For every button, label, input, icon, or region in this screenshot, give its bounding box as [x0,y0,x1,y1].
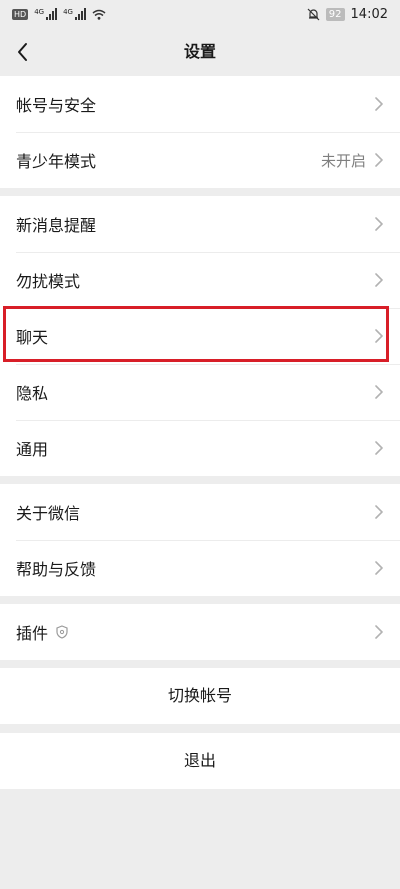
chevron-right-icon [375,97,383,111]
status-bar: HD 4G 4G 92 14:02 [0,0,400,28]
settings-item-do-not-disturb[interactable]: 勿扰模式 [0,252,400,308]
battery-indicator: 92 [325,7,345,21]
settings-item-general[interactable]: 通用 [0,420,400,476]
settings-item-plugins[interactable]: 插件 [0,604,400,660]
settings-item-label: 勿扰模式 [16,272,81,291]
network-type: 4G [34,8,45,16]
status-time: 14:02 [350,6,388,22]
chevron-right-icon [375,441,383,455]
settings-group-plugins: 插件 [0,604,400,660]
settings-item-label: 聊天 [16,328,49,347]
settings-item-label: 隐私 [16,384,49,403]
chevron-right-icon [375,505,383,519]
settings-item-label: 青少年模式 [16,152,97,171]
mute-bell-icon [307,8,320,20]
chevron-right-icon [375,217,383,231]
switch-account-button[interactable]: 切换帐号 [0,668,400,724]
chevron-right-icon [375,385,383,399]
shield-icon [56,625,68,639]
page-title: 设置 [183,42,216,61]
status-right: 92 14:02 [307,7,388,22]
wifi-icon [92,9,106,20]
settings-item-label: 通用 [16,440,49,459]
settings-group-about: 关于微信 帮助与反馈 [0,484,400,596]
settings-item-chat[interactable]: 聊天 [0,308,400,364]
settings-group-account: 帐号与安全 青少年模式 未开启 [0,76,400,188]
signal-icon: 4G [34,8,58,20]
settings-item-label: 关于微信 [16,504,81,523]
logout-button[interactable]: 退出 [0,733,400,789]
settings-item-label: 新消息提醒 [16,216,97,235]
status-left: HD 4G 4G [12,8,106,20]
settings-item-account-security[interactable]: 帐号与安全 [0,76,400,132]
settings-item-help-feedback[interactable]: 帮助与反馈 [0,540,400,596]
settings-item-label: 帮助与反馈 [16,560,97,579]
chevron-right-icon [375,625,383,639]
hd-badge: HD [12,8,29,20]
settings-item-label: 帐号与安全 [16,96,97,115]
settings-item-new-message-alert[interactable]: 新消息提醒 [0,196,400,252]
settings-group-general: 新消息提醒 勿扰模式 聊天 隐私 通用 [0,196,400,476]
signal-icon-2: 4G [63,8,86,20]
network-type-2: 4G [63,8,73,16]
chevron-right-icon [375,153,383,167]
chevron-right-icon [375,273,383,287]
chevron-right-icon [375,329,383,343]
settings-item-label: 插件 [16,624,49,643]
teen-mode-status: 未开启 [320,151,366,170]
settings-item-about-wechat[interactable]: 关于微信 [0,484,400,540]
nav-bar: 设置 [0,28,400,76]
chevron-right-icon [375,561,383,575]
settings-item-privacy[interactable]: 隐私 [0,364,400,420]
settings-item-teen-mode[interactable]: 青少年模式 未开启 [0,132,400,188]
